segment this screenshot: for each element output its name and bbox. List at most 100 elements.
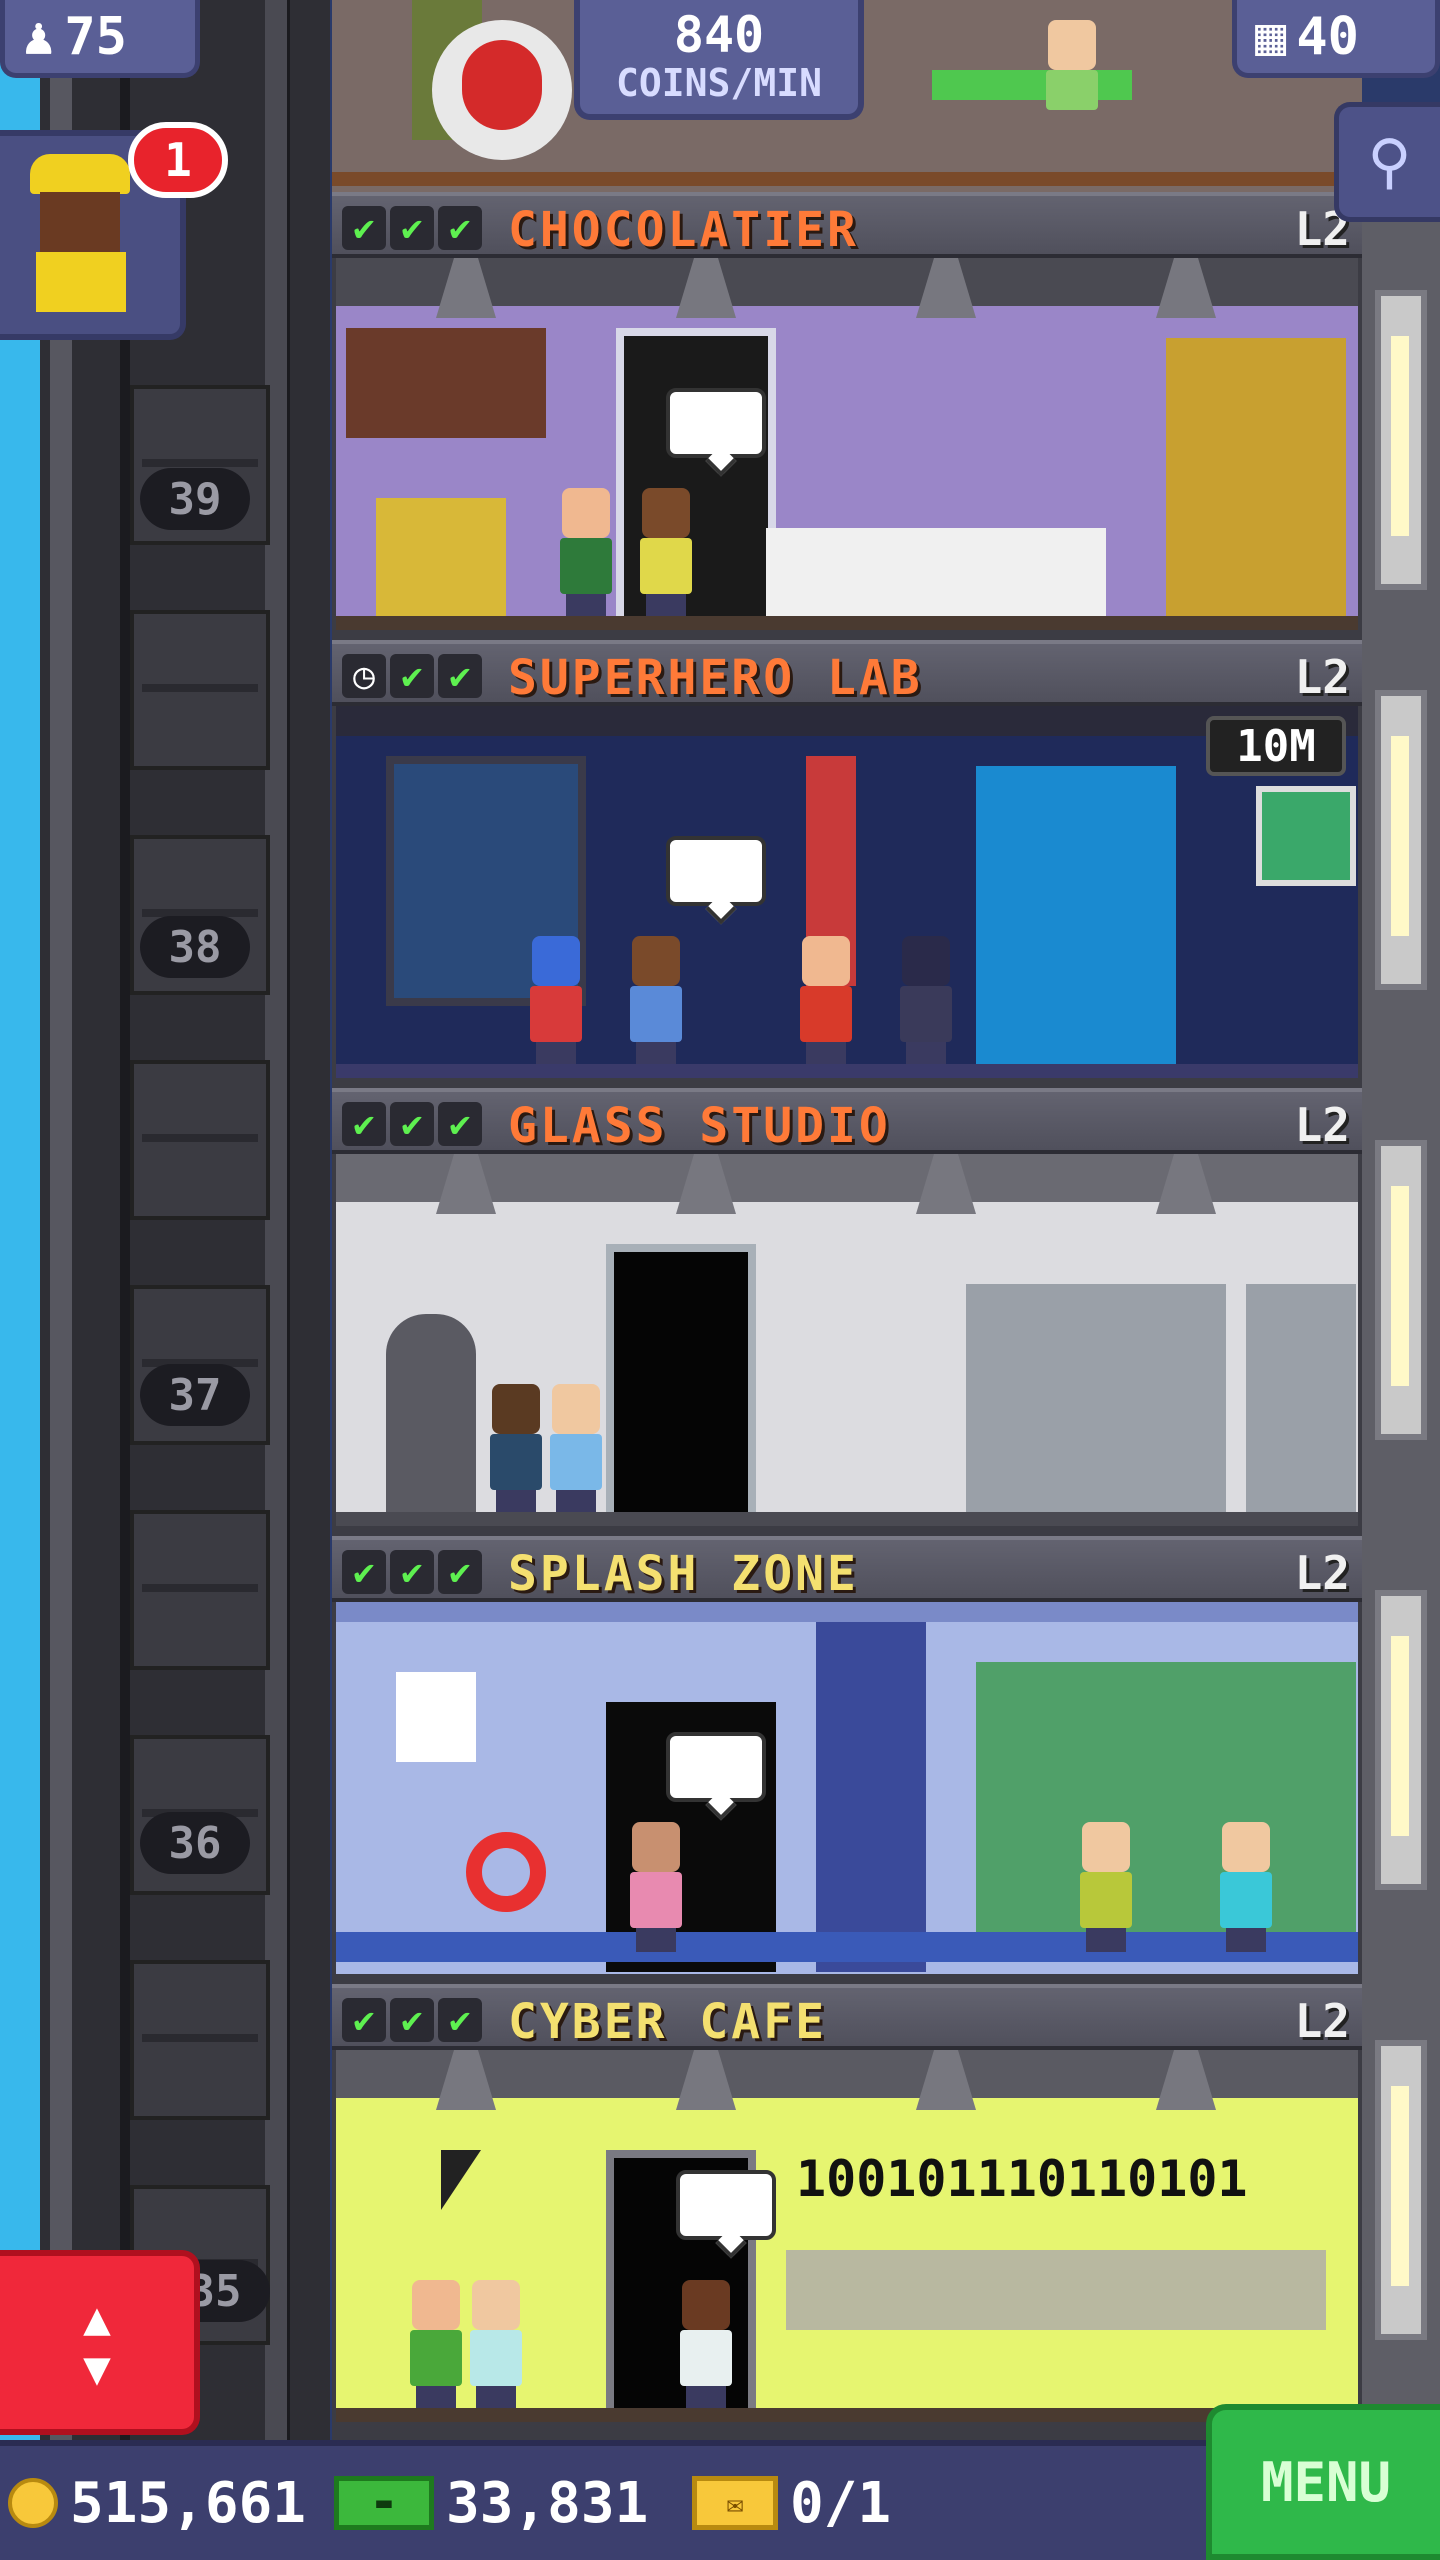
tenant[interactable] (526, 936, 586, 1066)
tenant-body (550, 1434, 602, 1490)
bux-stat[interactable]: ▬ 33,831 (334, 2468, 648, 2538)
tenant[interactable] (626, 936, 686, 1066)
floor-superhero-lab[interactable]: ◷ ✔ ✔ SUPERHERO LAB L2 10M (332, 640, 1362, 1088)
floor-status: ◷ ✔ ✔ (342, 654, 482, 698)
search-button[interactable]: ⚲ (1334, 102, 1440, 222)
elevator-floor-block (130, 610, 270, 770)
elevator-floor-number[interactable]: 36 (140, 1812, 250, 1874)
tenant-body (470, 2330, 522, 2386)
tickets-value: 0/1 (790, 2470, 892, 2536)
floor-cyber-cafe[interactable]: ✔ ✔ ✔ CYBER CAFE L2 100101110110101 (332, 1984, 1362, 2432)
tenant[interactable] (1042, 20, 1102, 150)
glass-shelf (966, 1284, 1226, 1514)
coins-per-min-value: 840 (673, 6, 765, 64)
tower-window (1375, 290, 1427, 590)
menu-button[interactable]: MENU (1206, 2404, 1440, 2560)
floor-glass-studio[interactable]: ✔ ✔ ✔ GLASS STUDIO L2 (332, 1088, 1362, 1536)
floor-base (336, 1512, 1358, 1526)
down-arrow-icon: ▼ (83, 2340, 111, 2395)
tenant-legs (566, 594, 606, 618)
check-icon: ✔ (342, 1998, 386, 2042)
speech-bubble[interactable] (666, 1732, 766, 1802)
floors-counter[interactable]: ▦ 40 (1232, 0, 1440, 78)
population-counter[interactable]: ♟ 75 (0, 0, 200, 78)
wall-sign (396, 1672, 476, 1762)
speech-bubble[interactable] (666, 388, 766, 458)
speech-bubble[interactable] (666, 836, 766, 906)
tickets-stat[interactable]: ✉ 0/1 (692, 2468, 891, 2538)
binary-screen-text: 100101110110101 (796, 2150, 1248, 2208)
floor-level: L2 (1294, 1546, 1350, 1600)
ceiling (336, 1602, 1358, 1622)
tenant-legs (906, 1042, 946, 1066)
floor-room[interactable]: 100101110110101 (336, 2050, 1358, 2422)
egg-chair-cushion (462, 40, 542, 130)
floor-chocolatier[interactable]: ✔ ✔ ✔ CHOCOLATIER L2 (332, 192, 1362, 640)
elevator-floor-number[interactable]: 39 (140, 468, 250, 530)
tenant[interactable] (676, 2280, 736, 2410)
counter (766, 528, 1106, 618)
tenant[interactable] (796, 936, 856, 1066)
tenant[interactable] (486, 1384, 546, 1514)
tenant-body (680, 2330, 732, 2386)
visitor-hat (30, 154, 130, 194)
floor-splash-zone[interactable]: ✔ ✔ ✔ SPLASH ZONE L2 (332, 1536, 1362, 1984)
floor-room[interactable] (336, 258, 1358, 630)
computer-row (786, 2250, 1326, 2330)
floor-status: ✔ ✔ ✔ (342, 1550, 482, 1594)
shaft-cable (120, 0, 130, 2440)
floor-status: ✔ ✔ ✔ (342, 206, 482, 250)
floor-room[interactable] (336, 1154, 1358, 1526)
tenant[interactable] (556, 488, 616, 618)
kiln (386, 1314, 476, 1514)
coin-icon (8, 2478, 58, 2528)
tenant-legs (536, 1042, 576, 1066)
magnifier-icon: ⚲ (1367, 127, 1412, 197)
tenant-legs (416, 2386, 456, 2410)
floor-base (336, 2408, 1358, 2422)
floor-header: ✔ ✔ ✔ SPLASH ZONE L2 (332, 1536, 1362, 1602)
tenant[interactable] (1076, 1822, 1136, 1952)
tenant-head (1222, 1822, 1270, 1872)
tenant[interactable] (466, 2280, 526, 2410)
tenant-head (532, 936, 580, 986)
mosaic-pillar (816, 1622, 926, 1972)
floor-level: L2 (1294, 650, 1350, 704)
tenant-head (552, 1384, 600, 1434)
speech-bubble[interactable] (676, 2170, 776, 2240)
tenant-body (640, 538, 692, 594)
tenant-legs (1226, 1928, 1266, 1952)
chocolate-shelf (346, 328, 546, 438)
floor-timer: 10M (1206, 716, 1346, 776)
tenant-body (1220, 1872, 1272, 1928)
tenant[interactable] (626, 1822, 686, 1952)
tenant-body (410, 2330, 462, 2386)
tenant[interactable] (406, 2280, 466, 2410)
floor-room[interactable] (336, 1602, 1358, 1974)
tenant[interactable] (546, 1384, 606, 1514)
elevator-floor-number[interactable]: 38 (140, 916, 250, 978)
coins-stat[interactable]: 515,661 (8, 2468, 306, 2538)
check-icon: ✔ (438, 206, 482, 250)
tenant-legs (1086, 1928, 1126, 1952)
tenant[interactable] (1216, 1822, 1276, 1952)
chocolate-tank (1166, 338, 1346, 618)
elevator-button[interactable]: ▲ ▼ (0, 2250, 200, 2435)
chocolate-pot (376, 498, 506, 618)
elevator-floor-block (130, 1060, 270, 1220)
ticket-icon: ✉ (692, 2476, 778, 2530)
check-icon: ✔ (438, 1998, 482, 2042)
tenant-legs (476, 2386, 516, 2410)
floor-room[interactable]: 10M (336, 706, 1358, 1078)
tenant[interactable] (636, 488, 696, 618)
elevator-floor-number[interactable]: 37 (140, 1364, 250, 1426)
floor-name: CYBER CAFE (508, 1994, 827, 2050)
tenant-head (472, 2280, 520, 2330)
bux-icon: ▬ (334, 2476, 434, 2530)
tenant-body (490, 1434, 542, 1490)
check-icon: ✔ (390, 1102, 434, 1146)
tenant-head (1082, 1822, 1130, 1872)
floor-header: ✔ ✔ ✔ CYBER CAFE L2 (332, 1984, 1362, 2050)
tenant-head (562, 488, 610, 538)
tenant[interactable] (896, 936, 956, 1066)
